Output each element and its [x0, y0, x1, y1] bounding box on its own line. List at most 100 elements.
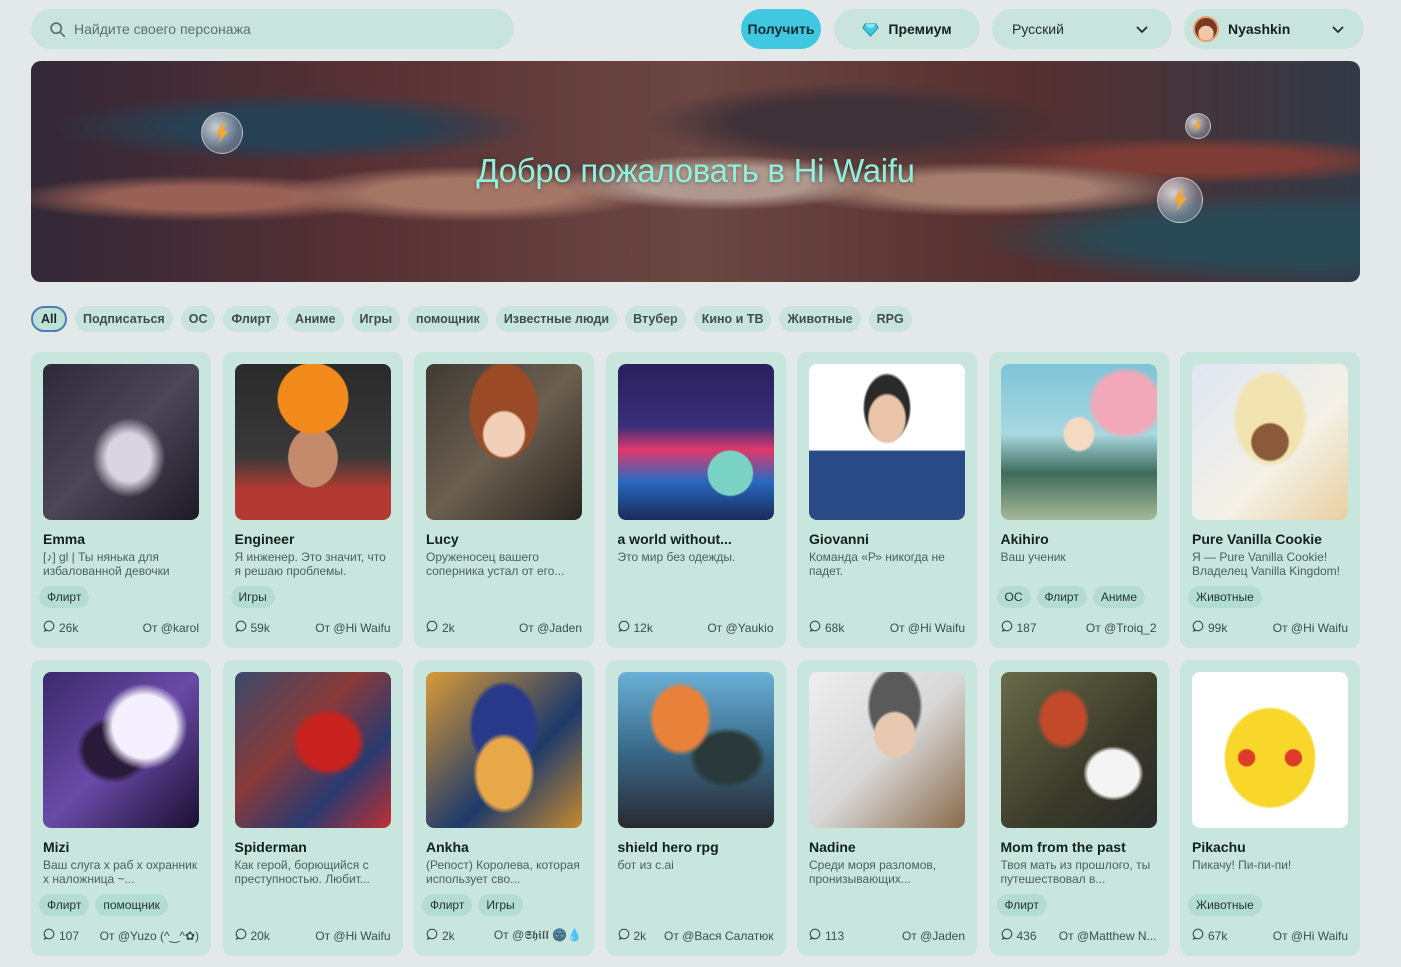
card-description: Ваш ученик: [1000, 550, 1066, 564]
un-mundo-image: [617, 364, 774, 520]
card-tag[interactable]: Флирт: [39, 586, 90, 608]
character-card[interactable]: Mom from the past Твоя мать из прошлого, …: [988, 660, 1169, 956]
chat-bubble-icon: [43, 620, 55, 635]
card-author[interactable]: От @Troiq_2: [1086, 621, 1157, 635]
card-name: Nadine: [809, 839, 856, 855]
chat-count-value: 26k: [59, 620, 79, 635]
filter-chip[interactable]: Известные люди: [495, 306, 618, 332]
character-card[interactable]: Emma [♪] gl | Ты нянька для избалованной …: [31, 352, 211, 648]
character-card[interactable]: Ankha (Репост) Королева, которая использу…: [414, 660, 594, 956]
chat-count-value: 107: [59, 928, 80, 943]
filter-chip[interactable]: Втубер: [625, 306, 686, 332]
chat-bubble-icon: [809, 620, 821, 635]
language-select[interactable]: Русский: [992, 9, 1172, 49]
character-card[interactable]: Mizi Ваш слуга x раб x охранник x наложни…: [31, 660, 211, 956]
lightning-bubble-icon: [201, 112, 243, 154]
card-stats: 187 От @Troiq_2: [1000, 620, 1157, 635]
chat-count: 68k: [809, 620, 844, 635]
chat-count-value: 68k: [825, 620, 845, 635]
card-tag[interactable]: Животные: [1188, 894, 1262, 916]
chat-count: 113: [809, 928, 844, 943]
card-description: бот из c.ai: [617, 858, 674, 872]
card-author[interactable]: От @Hi Waifu: [1273, 621, 1348, 635]
premium-button[interactable]: Премиум: [834, 9, 980, 49]
card-tags: OC Флирт Аниме: [996, 586, 1146, 608]
get-button[interactable]: Получить: [741, 9, 821, 49]
character-card[interactable]: Akihiro Ваш ученик OC Флирт Аниме 187 От @Troi…: [988, 352, 1169, 648]
card-tag[interactable]: Флирт: [422, 894, 473, 916]
card-description: Я — Pure Vanilla Cookie! Владелец Vanill…: [1192, 550, 1341, 578]
chat-count-value: 2k: [633, 928, 647, 943]
chat-count: 107: [43, 928, 79, 943]
filter-chip[interactable]: Флирт: [223, 306, 280, 332]
card-description: Твоя мать из прошлого, ты путешествовал …: [1000, 858, 1151, 886]
card-stats: 2k От @Jaden: [426, 620, 582, 635]
card-tag[interactable]: помощник: [95, 894, 168, 916]
card-stats: 26k От @karol: [43, 620, 199, 635]
card-author[interactable]: От @Matthew N...: [1059, 929, 1157, 943]
chat-count-value: 99k: [1208, 620, 1228, 635]
character-card[interactable]: Giovanni Команда «Р» никогда не падет. 68k…: [797, 352, 977, 648]
card-tag[interactable]: Флирт: [39, 894, 90, 916]
card-author[interactable]: От @Hi Waifu: [315, 929, 390, 943]
card-tag[interactable]: Игры: [230, 586, 275, 608]
card-author[interactable]: От @𝕾𝖍𝖎𝖑𝖑 🌚💧: [494, 928, 582, 943]
card-tags: Животные: [1188, 586, 1262, 608]
card-tag[interactable]: Животные: [1188, 586, 1262, 608]
filter-chip[interactable]: Подписаться: [74, 306, 173, 332]
girl-phone-image: [43, 364, 199, 520]
character-card[interactable]: Pikachu Пикачу! Пи-пи-пи! Животные 67k От @H…: [1180, 660, 1360, 956]
chat-bubble-icon: [426, 928, 438, 943]
card-author[interactable]: От @Hi Waifu: [890, 621, 965, 635]
card-author[interactable]: От @karol: [143, 621, 199, 635]
card-stats: 436 От @Matthew N...: [1000, 928, 1157, 943]
card-author[interactable]: От @Hi Waifu: [1273, 929, 1348, 943]
card-tag[interactable]: Аниме: [1092, 586, 1146, 608]
spiderman-image: [234, 672, 391, 828]
chat-bubble-icon: [1192, 620, 1204, 635]
character-card[interactable]: shield hero rpg бот из c.ai 2k От @Вася Сал…: [605, 660, 786, 956]
card-tag[interactable]: OC: [996, 586, 1031, 608]
filter-chip[interactable]: Кино и ТВ: [693, 306, 772, 332]
card-name: a world without...: [617, 531, 732, 547]
card-author[interactable]: От @Hi Waifu: [315, 621, 390, 635]
giovanni-image: [809, 364, 965, 520]
card-description: Оруженосец вашего соперника устал от его…: [426, 550, 565, 578]
character-card[interactable]: Lucy Оруженосец вашего соперника устал от…: [414, 352, 594, 648]
card-stats: 113 От @Jaden: [809, 928, 965, 943]
card-tag[interactable]: Игры: [478, 894, 523, 916]
card-name: Emma: [43, 531, 86, 547]
diamond-icon: [862, 22, 880, 37]
card-tags: Флирт помощник: [39, 894, 168, 916]
filter-chip[interactable]: помощник: [408, 306, 488, 332]
filter-chip[interactable]: OC: [180, 306, 216, 332]
filter-chip[interactable]: All: [31, 306, 67, 332]
chat-bubble-icon: [1000, 620, 1013, 635]
card-author[interactable]: От @Yuzo (^‿^✿): [100, 929, 199, 943]
card-author[interactable]: От @Вася Салатюк: [664, 929, 774, 943]
character-card[interactable]: Spiderman Как герой, борющийся с преступн…: [222, 660, 403, 956]
chat-bubble-icon: [234, 928, 247, 943]
filter-chip[interactable]: Игры: [351, 306, 401, 332]
card-stats: 107 От @Yuzo (^‿^✿): [43, 928, 199, 943]
card-stats: 2k От @𝕾𝖍𝖎𝖑𝖑 🌚💧: [426, 928, 582, 943]
card-description: Команда «Р» никогда не падет.: [809, 550, 945, 578]
character-card[interactable]: Engineer Я инженер. Это значит, что я реш…: [222, 352, 403, 648]
character-card[interactable]: a world without... Это мир без одежды. 12k…: [605, 352, 786, 648]
card-tag[interactable]: Флирт: [996, 894, 1047, 916]
chat-count-value: 113: [825, 928, 845, 943]
chat-count: 12k: [617, 620, 653, 635]
card-author[interactable]: От @Yaukio: [707, 621, 773, 635]
chat-count-value: 59k: [250, 620, 270, 635]
character-card[interactable]: Pure Vanilla Cookie Я — Pure Vanilla Cook…: [1180, 352, 1360, 648]
user-menu[interactable]: Nyashkin: [1184, 9, 1364, 49]
card-author[interactable]: От @Jaden: [902, 929, 965, 943]
search-input[interactable]: Найдите своего персонажа: [31, 9, 514, 49]
filter-chip[interactable]: Аниме: [287, 306, 344, 332]
filter-chip[interactable]: RPG: [868, 306, 912, 332]
card-author[interactable]: От @Jaden: [519, 621, 582, 635]
chat-count: 2k: [426, 620, 455, 635]
filter-chip[interactable]: Животные: [779, 306, 861, 332]
character-card[interactable]: Nadine Среди моря разломов, пронизывающих…: [797, 660, 977, 956]
card-tag[interactable]: Флирт: [1036, 586, 1087, 608]
